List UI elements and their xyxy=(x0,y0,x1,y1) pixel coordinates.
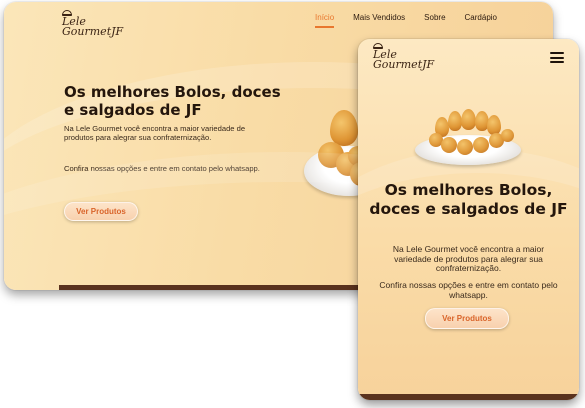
logo-line2: GourmetJF xyxy=(373,58,435,72)
ver-produtos-button-mobile[interactable]: Ver Produtos xyxy=(425,308,509,329)
hero-paragraph-1: Na Lele Gourmet você encontra a maior va… xyxy=(64,124,246,143)
mobile-footer-strip xyxy=(358,394,579,400)
brand-logo-mobile[interactable]: Lele GourmetJF xyxy=(373,43,434,71)
nav-link-mais-vendidos[interactable]: Mais Vendidos xyxy=(353,13,405,28)
hero-paragraph-1-mobile: Na Lele Gourmet você encontra a maior va… xyxy=(392,244,545,273)
nav-link-inicio[interactable]: Início xyxy=(315,13,335,28)
hero-title: Os melhores Bolos, doces e salgados de J… xyxy=(64,83,281,119)
hero-title-mobile: Os melhores Bolos, doces e salgados de J… xyxy=(369,181,568,218)
nav-link-sobre[interactable]: Sobre xyxy=(424,13,445,28)
logo-line2: GourmetJF xyxy=(62,25,124,39)
hero-paragraph-2: Confira nossas opções e entre em contato… xyxy=(64,164,260,173)
brand-logo[interactable]: Lele GourmetJF xyxy=(62,10,123,38)
ver-produtos-button[interactable]: Ver Produtos xyxy=(64,202,138,221)
mobile-mockup: Lele GourmetJF Os melhores Bolos, doces … xyxy=(358,39,579,400)
hamburger-icon[interactable] xyxy=(550,52,564,63)
hero-food-image-mobile xyxy=(415,109,523,169)
desktop-nav: Início Mais Vendidos Sobre Cardápio xyxy=(315,13,497,28)
hero-paragraph-2-mobile: Confira nossas opções e entre em contato… xyxy=(379,280,558,300)
nav-link-cardapio[interactable]: Cardápio xyxy=(465,13,497,28)
